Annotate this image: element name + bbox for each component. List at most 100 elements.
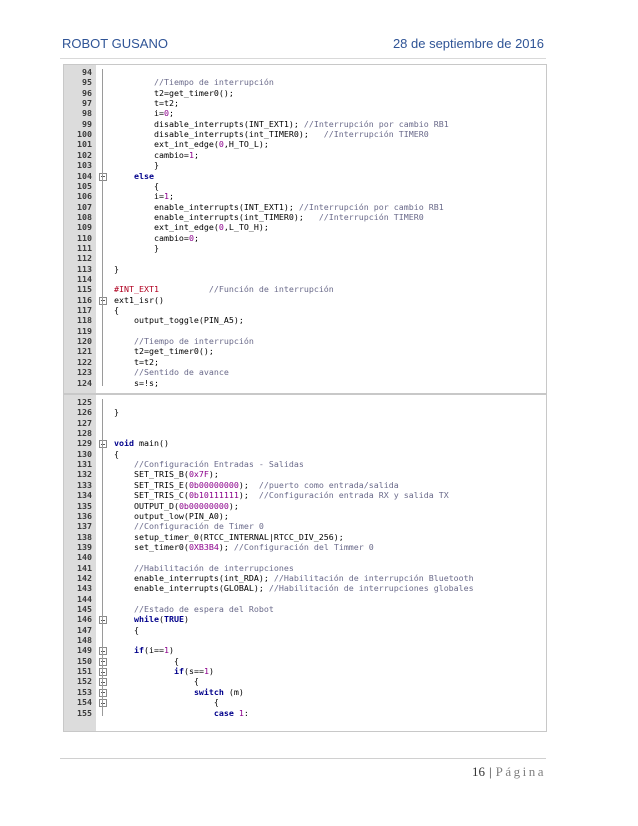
line-number: 96 — [82, 87, 92, 98]
code-text: //Tiempo de interrupción — [133, 336, 254, 347]
code-line: 126} — [64, 407, 546, 418]
code-text: SET_TRIS_C(0b10111111); //Configuración … — [114, 490, 449, 501]
fold-toggle-icon[interactable] — [99, 699, 107, 708]
code-text: t2=get_timer0(); — [114, 346, 214, 357]
code-text: ext_int_edge(0,H_TO_L); — [114, 139, 269, 150]
code-line: 103 } — [64, 160, 546, 171]
code-line: 119 — [64, 326, 546, 337]
line-number: 144 — [77, 593, 92, 604]
fold-toggle-icon[interactable] — [99, 678, 107, 687]
code-text: OUTPUT_D(0b00000000); — [114, 500, 239, 511]
code-line: 124 s=!s; — [64, 378, 546, 389]
line-number: 154 — [77, 697, 92, 708]
code-text: ext1_isr() — [114, 294, 164, 305]
code-line: 116 ext1_isr() — [64, 295, 546, 306]
code-line: 147 { — [64, 625, 546, 636]
code-text: setup_timer_0(RTCC_INTERNAL|RTCC_DIV_256… — [114, 531, 344, 542]
line-number: 109 — [77, 222, 92, 233]
code-text: //Tiempo de interrupción — [153, 77, 274, 88]
code-line: 104 else — [64, 171, 546, 182]
code-line: 112 — [64, 253, 546, 264]
code-line: 113} — [64, 264, 546, 275]
fold-toggle-icon[interactable] — [99, 647, 107, 656]
code-line: 98 i=0; — [64, 108, 546, 119]
line-number: 145 — [77, 604, 92, 614]
code-line: 153 switch (m) — [64, 687, 546, 698]
line-number: 134 — [77, 490, 92, 501]
code-line: 121 t2=get_timer0(); — [64, 346, 546, 357]
line-number: 117 — [77, 305, 92, 316]
code-line: 150 { — [64, 656, 546, 667]
code-text: SET_TRIS_E(0b00000000); //puerto como en… — [114, 479, 399, 490]
fold-toggle-icon[interactable] — [99, 668, 107, 677]
line-number: 152 — [77, 676, 92, 687]
code-text: } — [114, 242, 159, 253]
line-number: 141 — [77, 562, 92, 573]
fold-guide-line — [102, 399, 103, 716]
fold-toggle-icon[interactable] — [99, 688, 107, 697]
code-text: else — [133, 170, 154, 181]
code-screenshot-1: 94 95 //Tiempo de interrupción 96 t2=get_t… — [63, 64, 547, 394]
code-text: s=!s; — [114, 377, 159, 388]
line-number: 138 — [77, 531, 92, 542]
code-line: 139 set_timer0(0XB3B4); //Configuración … — [64, 542, 546, 553]
code-line: 122 t=t2; — [64, 357, 546, 368]
line-number: 101 — [77, 139, 92, 150]
line-number: 131 — [77, 459, 92, 470]
line-number: 103 — [77, 160, 92, 171]
code-line: 155 case 1: — [64, 708, 546, 719]
code-text: } — [114, 160, 159, 171]
line-number: 149 — [77, 645, 92, 656]
line-number: 136 — [77, 510, 92, 521]
line-number: 139 — [77, 541, 92, 552]
code-text: } — [114, 263, 119, 274]
line-number: 132 — [77, 469, 92, 480]
document-date: 28 de septiembre de 2016 — [392, 36, 544, 51]
line-number: 106 — [77, 191, 92, 202]
code-text: if(s==1) — [173, 666, 214, 677]
code-text: ext_int_edge(0,L_TO_H); — [114, 222, 269, 233]
code-text: switch (m) — [193, 686, 244, 697]
code-text: //Habilitación de interrupciones — [133, 562, 294, 573]
line-number: 147 — [77, 624, 92, 635]
code-line: 110 cambio=0; — [64, 233, 546, 244]
fold-toggle-icon[interactable] — [99, 657, 107, 666]
code-line: 148 — [64, 635, 546, 646]
code-text: SET_TRIS_B(0x7F); — [114, 469, 219, 480]
code-text: //Configuración de Timer 0 — [133, 521, 264, 532]
line-number: 104 — [77, 170, 92, 181]
code-text: //Configuración Entradas - Salidas — [133, 459, 304, 470]
line-number: 105 — [77, 180, 92, 191]
line-number: 124 — [77, 377, 92, 388]
code-line: 132 SET_TRIS_B(0x7F); — [64, 469, 546, 480]
code-text: i=0; — [114, 108, 174, 119]
code-text: while(TRUE) — [133, 614, 189, 625]
fold-toggle-icon[interactable] — [99, 296, 107, 305]
code-line: 99 disable_interrupts(INT_EXT1); //Inter… — [64, 119, 546, 130]
fold-toggle-icon[interactable] — [99, 172, 107, 181]
code-line: 117 { — [64, 305, 546, 316]
code-line: 107 enable_interrupts(INT_EXT1); //Inter… — [64, 202, 546, 213]
code-line: 152 { — [64, 676, 546, 687]
code-line: 127 — [64, 418, 546, 429]
code-text: enable_interrupts(INT_EXT1); //Interrupc… — [114, 201, 444, 212]
fold-toggle-icon[interactable] — [99, 440, 107, 449]
footer-separator: | — [489, 764, 492, 779]
line-number: 114 — [77, 274, 92, 284]
line-number: 100 — [77, 129, 92, 140]
line-number: 155 — [77, 707, 92, 718]
code-line: 142 enable_interrupts(int_RDA); //Habili… — [64, 573, 546, 584]
code-line: 120 //Tiempo de interrupción — [64, 336, 546, 347]
code-line: 134 SET_TRIS_C(0b10111111); //Configurac… — [64, 490, 546, 501]
code-line: 136 output_low(PIN_A0); — [64, 511, 546, 522]
line-number: 140 — [77, 552, 92, 563]
code-text: #INT_EXT1 //Función de interrupción — [114, 284, 334, 295]
code-text: void main() — [114, 438, 169, 449]
code-line: 140 — [64, 552, 546, 563]
code-line: 135 OUTPUT_D(0b00000000); — [64, 501, 546, 512]
fold-toggle-icon[interactable] — [99, 616, 107, 625]
line-number: 94 — [82, 67, 92, 77]
code-screenshot-2: 125 126} 127 128 129 void main() 130{131 //Con… — [63, 394, 547, 732]
code-line: 149 if(i==1) — [64, 645, 546, 656]
line-number: 110 — [77, 232, 92, 243]
